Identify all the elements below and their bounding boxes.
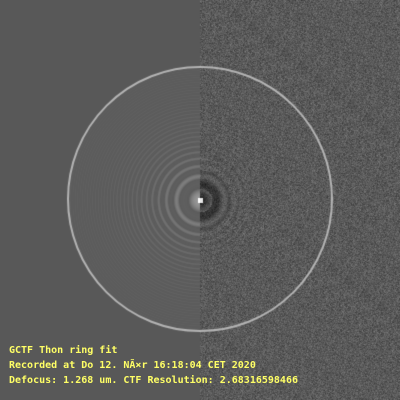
- ctf-image-viewer: GCTF Thon ring fit Recorded at Do 12. NÃ…: [0, 0, 400, 400]
- caption-title: GCTF Thon ring fit: [9, 345, 118, 356]
- thon-ring-power-spectrum: [0, 0, 400, 400]
- caption-recorded-timestamp: Recorded at Do 12. NÃ×r 16:18:04 CET 202…: [9, 360, 256, 371]
- caption-defocus-resolution: Defocus: 1.268 um. CTF Resolution: 2.683…: [9, 375, 298, 386]
- caption-overlay: GCTF Thon ring fit Recorded at Do 12. NÃ…: [9, 343, 394, 388]
